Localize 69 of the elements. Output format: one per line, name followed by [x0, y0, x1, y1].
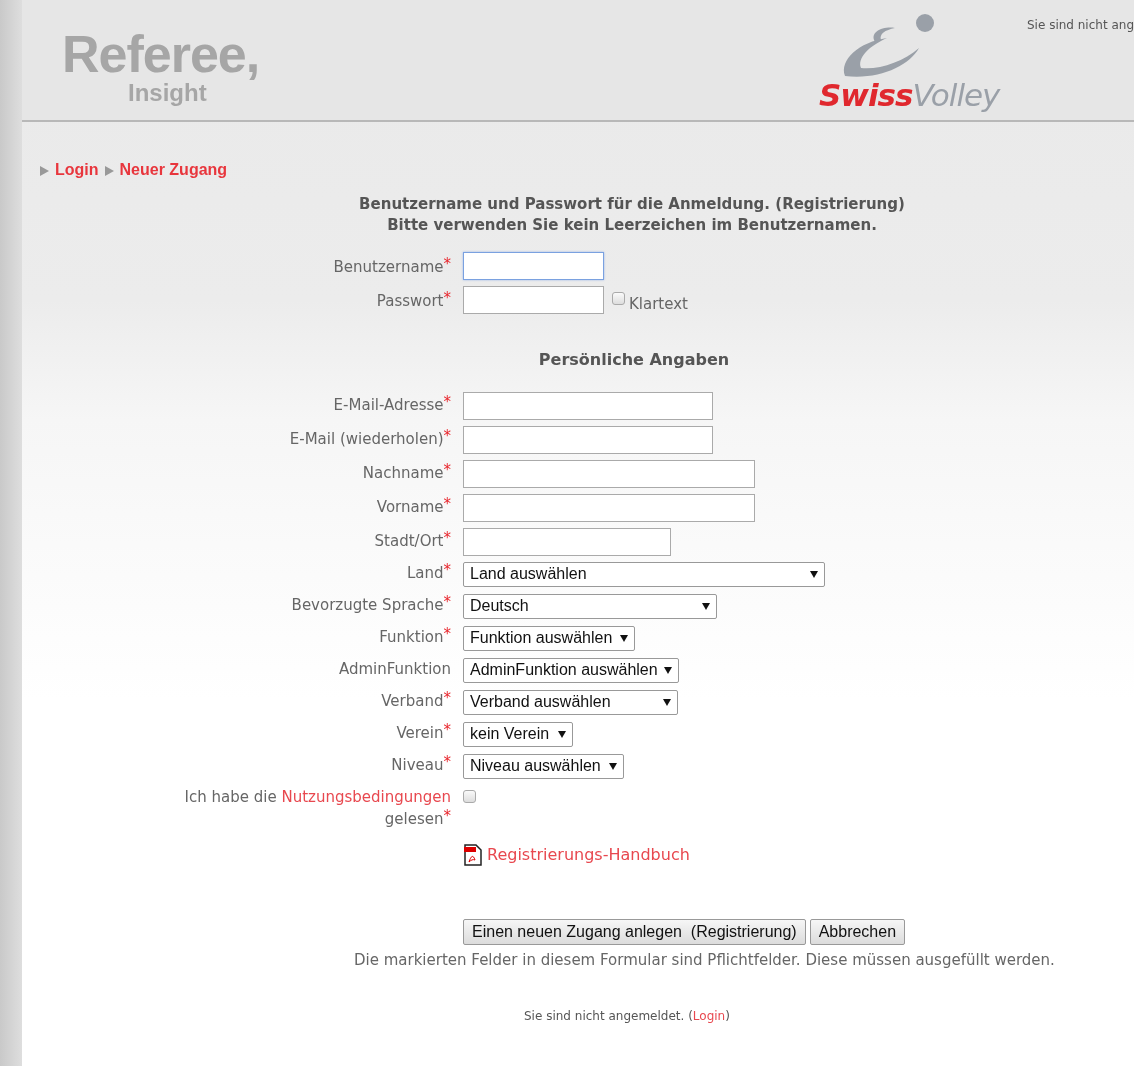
brand-name: Volley: [912, 77, 1000, 113]
field-label: Verband: [381, 691, 444, 710]
caret-icon: [664, 666, 672, 674]
required-mark: *: [443, 720, 451, 739]
checkbox-label: Klartext: [629, 294, 688, 315]
field-label: Passwort: [376, 292, 444, 310]
intro-text: Bitte verwenden Sie kein Leerzeichen im Benutzernamen.: [386, 215, 878, 236]
input-field[interactable]: [463, 493, 755, 522]
required-mark: *: [443, 289, 451, 307]
field-label: AdminFunktion: [338, 659, 451, 678]
brand-name: Swiss: [818, 77, 913, 113]
caret-icon: [620, 634, 628, 642]
required-mark: *: [443, 624, 451, 643]
terms-text: Ich habe die Nutzungsbedingungen gelesen*: [184, 787, 451, 828]
select-dropdown[interactable]: Niveau auswählen: [463, 753, 624, 779]
required-mark: *: [443, 528, 451, 547]
select-dropdown[interactable]: Verband auswählen: [463, 689, 678, 715]
input-field[interactable]: [463, 425, 713, 454]
caret-icon: [609, 762, 617, 770]
terms-link[interactable]: Nutzungsbedingungen: [281, 787, 451, 806]
field-label: Land: [406, 563, 444, 582]
required-mark: *: [443, 392, 451, 411]
required-mark: *: [443, 426, 451, 445]
required-mark: *: [443, 560, 451, 579]
field-label: E-Mail (wiederholen): [289, 429, 444, 448]
field-label: E-Mail-Adresse: [333, 395, 444, 414]
field-label: Nachname: [362, 463, 444, 482]
input-field[interactable]: [463, 252, 604, 280]
pdf-document-icon: [463, 843, 483, 866]
login-status: Sie sind nicht ang: [1027, 17, 1134, 34]
input-field[interactable]: [463, 459, 755, 488]
required-mark: *: [443, 460, 451, 479]
required-mark: *: [443, 494, 451, 513]
input-field[interactable]: [463, 527, 671, 556]
breadcrumb-link[interactable]: Login: [55, 158, 99, 182]
logo-subtitle: Insight: [128, 80, 207, 107]
required-mark: *: [443, 752, 451, 771]
caret-icon: [558, 730, 566, 738]
field-label: Bevorzugte Sprache: [291, 595, 444, 614]
field-label: Verein: [396, 723, 444, 742]
field-label: Benutzername: [333, 258, 444, 276]
field-label: Stadt/Ort: [374, 531, 444, 550]
footer-status: Sie sind nicht angemeldet. (Login): [524, 1008, 731, 1025]
select-dropdown[interactable]: kein Verein: [463, 721, 573, 747]
required-note: Die markierten Felder in diesem Formular sind Pflichtfelder. Diese müssen ausgefüllt werden.: [354, 949, 1056, 971]
caret-icon: [663, 698, 671, 706]
manual-link[interactable]: Registrierungs-Handbuch: [487, 842, 690, 867]
caret-icon: [810, 570, 818, 578]
intro-text: Benutzername und Passwort für die Anmeldung. (Registrierung): [358, 194, 906, 215]
field-label: Niveau: [391, 755, 444, 774]
caret-icon: [702, 602, 710, 610]
login-link[interactable]: Login: [692, 1009, 726, 1023]
required-mark: *: [443, 592, 451, 611]
breadcrumb-link[interactable]: Neuer Zugang: [119, 158, 228, 182]
register-button[interactable]: Einen neuen Zugang anlegen (Registrierung): [463, 918, 806, 945]
required-mark: *: [443, 255, 451, 273]
select-dropdown[interactable]: Deutsch: [463, 593, 717, 619]
field-label: Vorname: [376, 497, 444, 516]
password-field[interactable]: [463, 286, 604, 314]
checkbox[interactable]: [612, 292, 625, 305]
select-dropdown[interactable]: AdminFunktion auswählen: [463, 657, 679, 683]
cancel-button[interactable]: Abbrechen: [809, 918, 906, 945]
section-title: Persönliche Angaben: [537, 348, 731, 371]
field-label: Funktion: [379, 627, 444, 646]
select-dropdown[interactable]: Land auswählen: [463, 561, 825, 587]
input-field[interactable]: [463, 391, 713, 420]
select-dropdown[interactable]: Funktion auswählen: [463, 625, 635, 651]
checkbox[interactable]: [463, 789, 476, 803]
required-mark: *: [443, 688, 451, 707]
